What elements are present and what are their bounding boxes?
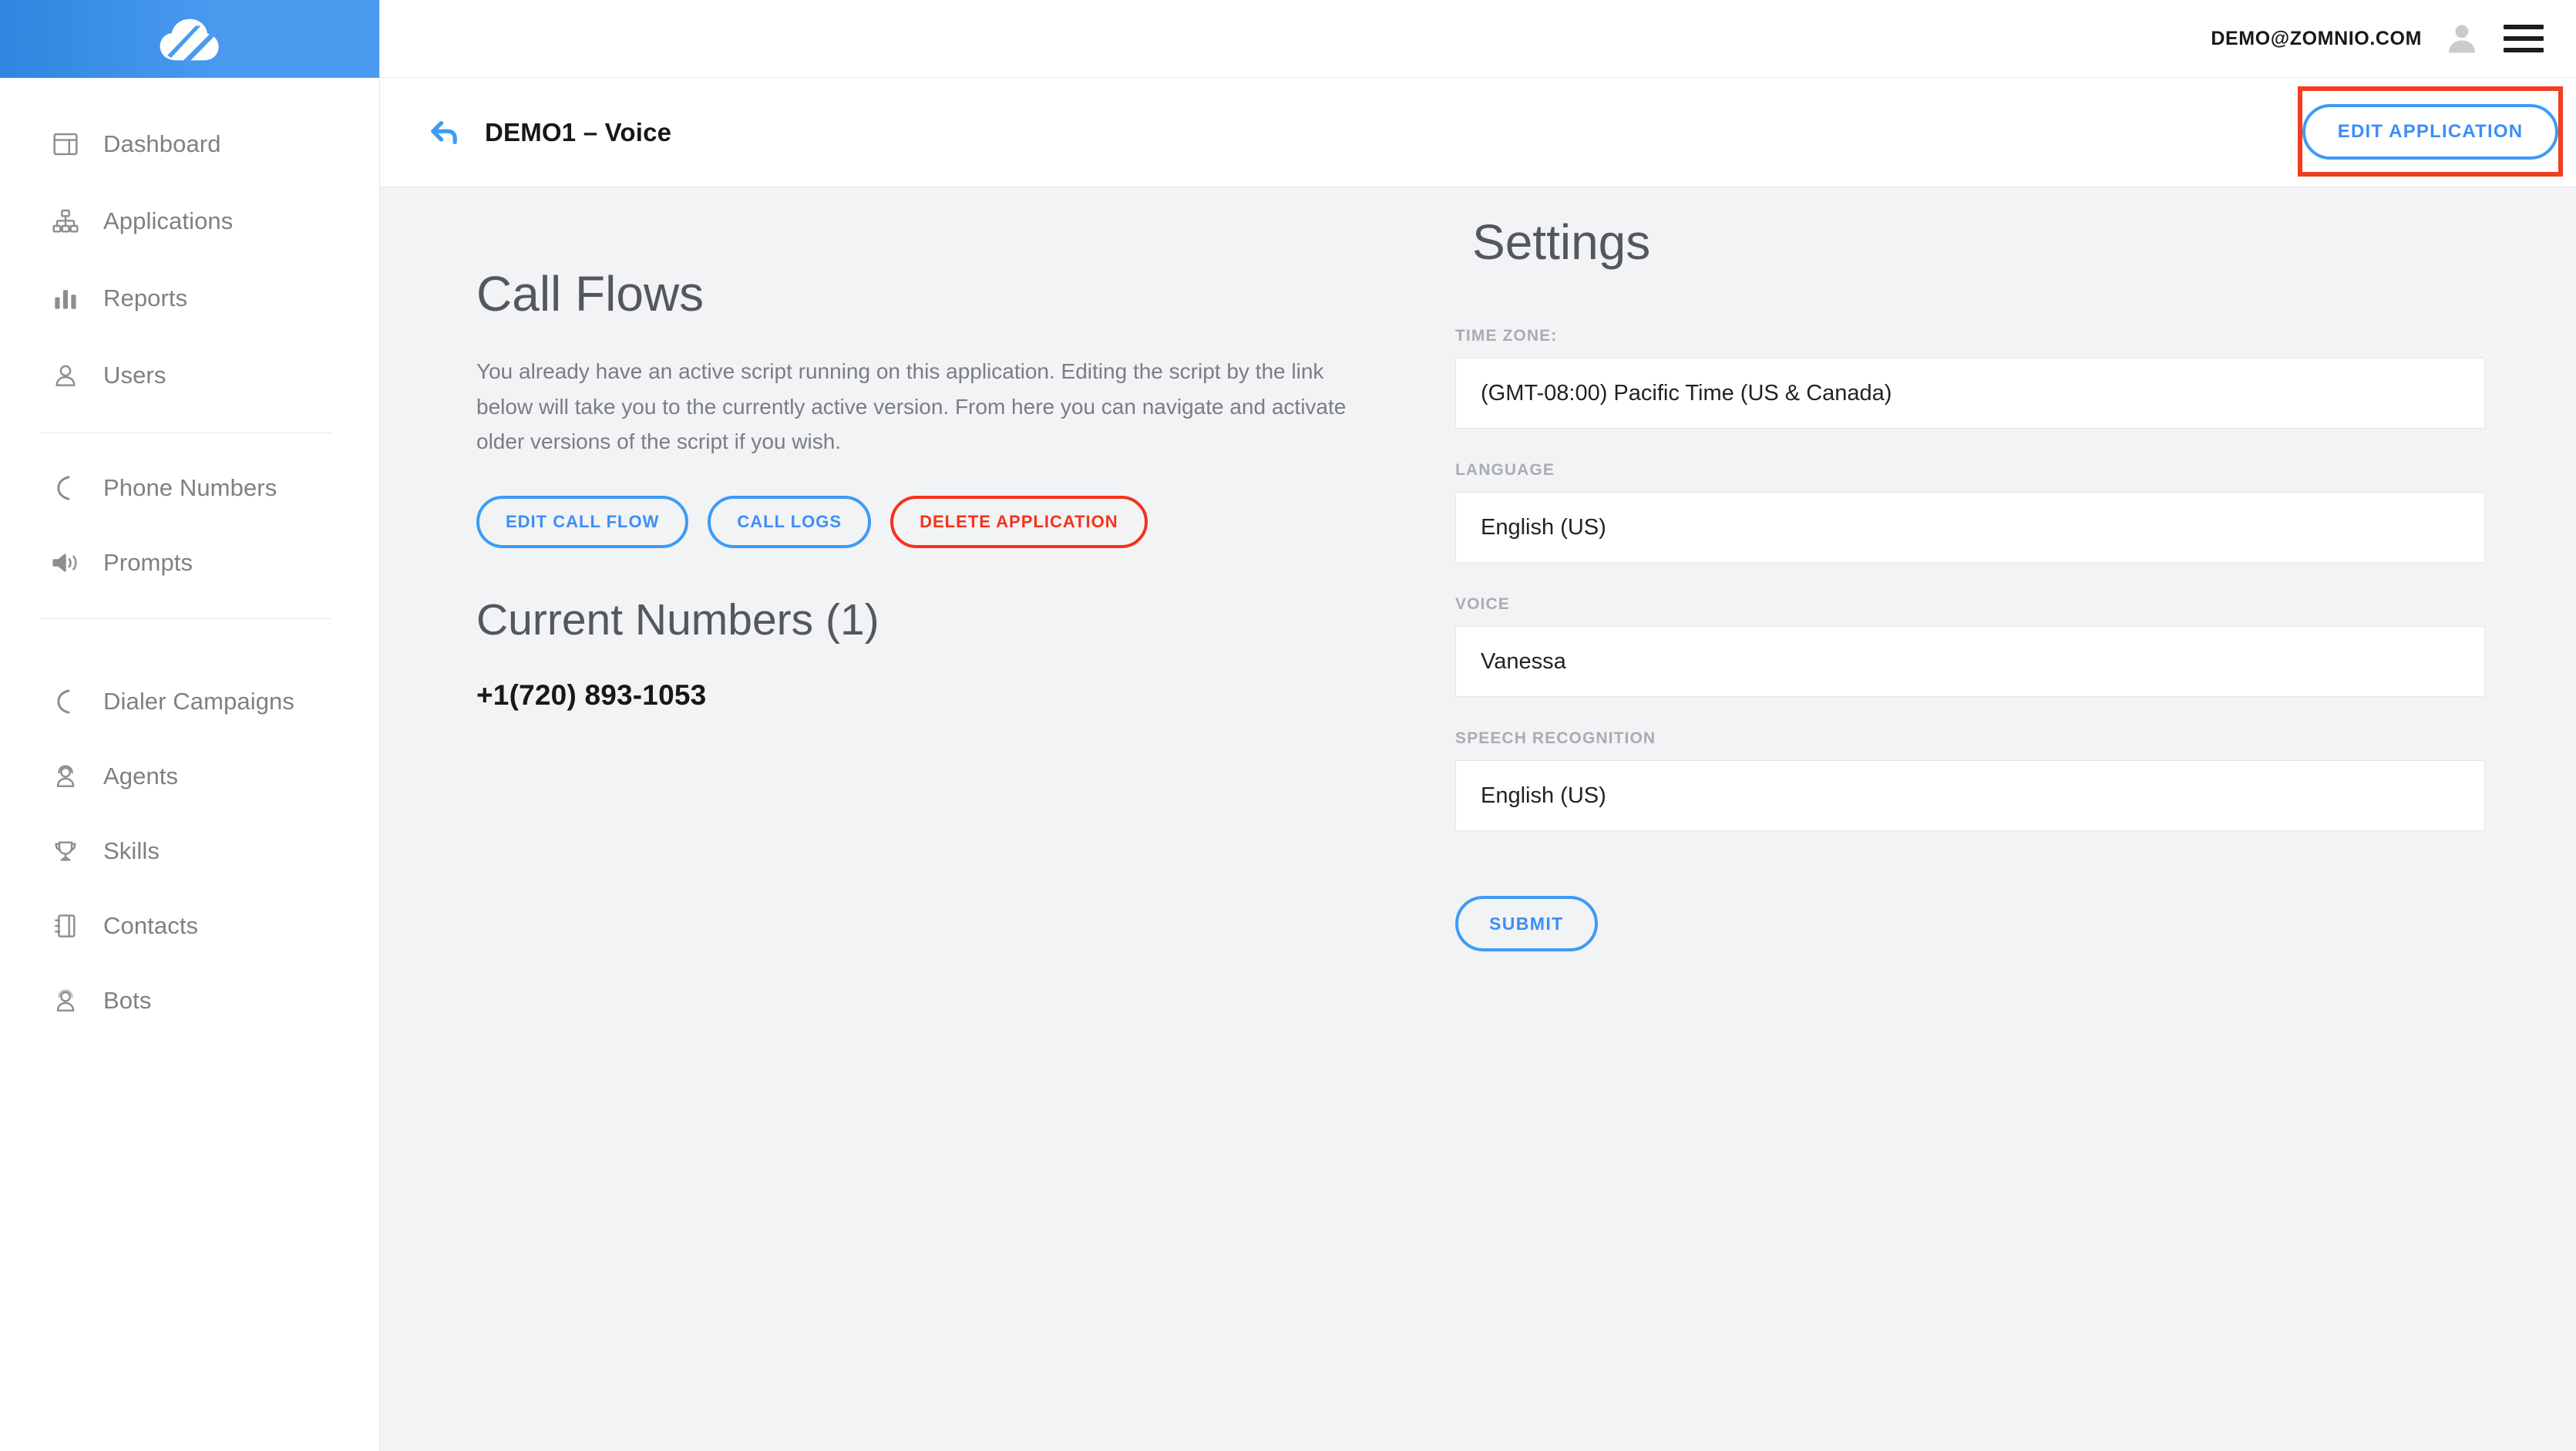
edit-application-highlight-annotation: EDIT APPLICATION [2298,86,2563,177]
sidebar-group-contact-center: Dialer Campaigns Agents Skills Contacts … [0,636,379,1038]
phone-number-value: +1(720) 893-1053 [476,679,707,712]
sidebar-item-label: Reports [103,284,188,311]
address-book-icon [48,908,83,944]
field-time-zone: TIME ZONE: (GMT-08:00) Pacific Time (US … [1455,327,2485,429]
page-title: DEMO1 – Voice [485,117,672,146]
field-label: VOICE [1455,595,1510,614]
field-label: SPEECH RECOGNITION [1455,729,1656,748]
trophy-icon [48,833,83,869]
field-label: LANGUAGE [1455,461,1555,480]
sidebar-item-contacts[interactable]: Contacts [0,888,379,963]
time-zone-select[interactable]: (GMT-08:00) Pacific Time (US & Canada) [1455,358,2485,429]
call-flows-button-row: EDIT CALL FLOW CALL LOGS DELETE APPLICAT… [476,496,1382,549]
cloud-swoosh-logo-icon [160,19,220,62]
voice-select[interactable]: Vanessa [1455,626,2485,698]
sidebar-item-label: Dashboard [103,130,221,157]
current-numbers-heading: Current Numbers (1) [476,595,879,645]
top-header-bar: DEMO@ZOMNIO.COM [380,0,2576,78]
field-voice: VOICE Vanessa [1455,595,2485,698]
bot-icon [48,983,83,1018]
sidebar-logo-band [0,0,379,78]
phone-icon [48,684,83,719]
sitemap-icon [48,204,83,239]
sidebar-item-label: Applications [103,207,234,234]
sidebar-item-reports[interactable]: Reports [0,260,379,337]
back-arrow-icon[interactable] [426,115,462,150]
edit-application-button[interactable]: EDIT APPLICATION [2302,103,2559,160]
settings-heading: Settings [1472,214,1651,270]
call-flows-description: You already have an active script runnin… [476,359,1347,453]
language-select[interactable]: English (US) [1455,492,2485,564]
sidebar-item-label: Users [103,362,166,389]
sidebar-item-users[interactable]: Users [0,337,379,414]
delete-application-button[interactable]: DELETE APPLICATION [890,496,1148,549]
submit-row: SUBMIT [1455,896,2485,952]
sidebar-item-label: Bots [103,986,152,1014]
call-flows-panel: Call Flows You already have an active sc… [380,249,1382,1451]
hamburger-menu-icon[interactable] [2504,25,2544,52]
edit-call-flow-button[interactable]: EDIT CALL FLOW [476,496,689,549]
call-flows-heading: Call Flows [476,266,705,322]
page-content: Call Flows You already have an active sc… [380,187,2576,1451]
sidebar: Dashboard Applications Reports Users Pho… [0,0,380,1451]
sidebar-item-dialer-campaigns[interactable]: Dialer Campaigns [0,664,379,739]
dashboard-icon [48,126,83,162]
speech-recognition-select[interactable]: English (US) [1455,760,2485,832]
field-label: TIME ZONE: [1455,327,1558,345]
sidebar-item-label: Dialer Campaigns [103,687,294,715]
sidebar-item-dashboard[interactable]: Dashboard [0,106,379,183]
sidebar-item-label: Skills [103,837,160,864]
call-logs-button[interactable]: CALL LOGS [708,496,872,549]
sidebar-group-telephony: Phone Numbers Prompts [0,450,379,600]
bar-chart-icon [48,281,83,316]
sidebar-item-label: Prompts [103,548,193,576]
sidebar-item-skills[interactable]: Skills [0,813,379,888]
sidebar-item-bots[interactable]: Bots [0,963,379,1038]
sidebar-item-label: Phone Numbers [103,473,277,501]
speaker-icon [48,545,83,581]
avatar-icon[interactable] [2445,22,2479,56]
page-title-bar: DEMO1 – Voice EDIT APPLICATION [380,78,2576,187]
main-area: DEMO@ZOMNIO.COM DEMO1 – Voice EDIT APPLI… [380,0,2576,1451]
sidebar-item-phone-numbers[interactable]: Phone Numbers [0,450,379,525]
sidebar-item-label: Agents [103,762,179,789]
sidebar-item-label: Contacts [103,911,199,939]
field-speech-recognition: SPEECH RECOGNITION English (US) [1455,729,2485,832]
agent-headset-icon [48,759,83,794]
sidebar-item-agents[interactable]: Agents [0,739,379,813]
settings-panel: Settings TIME ZONE: (GMT-08:00) Pacific … [1382,216,2576,1451]
app-root: Dashboard Applications Reports Users Pho… [0,0,2576,1451]
user-icon [48,358,83,393]
sidebar-divider-2 [40,618,331,619]
user-email-label: DEMO@ZOMNIO.COM [2211,27,2422,49]
sidebar-group-primary: Dashboard Applications Reports Users [0,78,379,414]
phone-icon [48,470,83,506]
sidebar-item-applications[interactable]: Applications [0,183,379,260]
sidebar-item-prompts[interactable]: Prompts [0,525,379,600]
field-language: LANGUAGE English (US) [1455,461,2485,564]
submit-button[interactable]: SUBMIT [1455,896,1598,952]
